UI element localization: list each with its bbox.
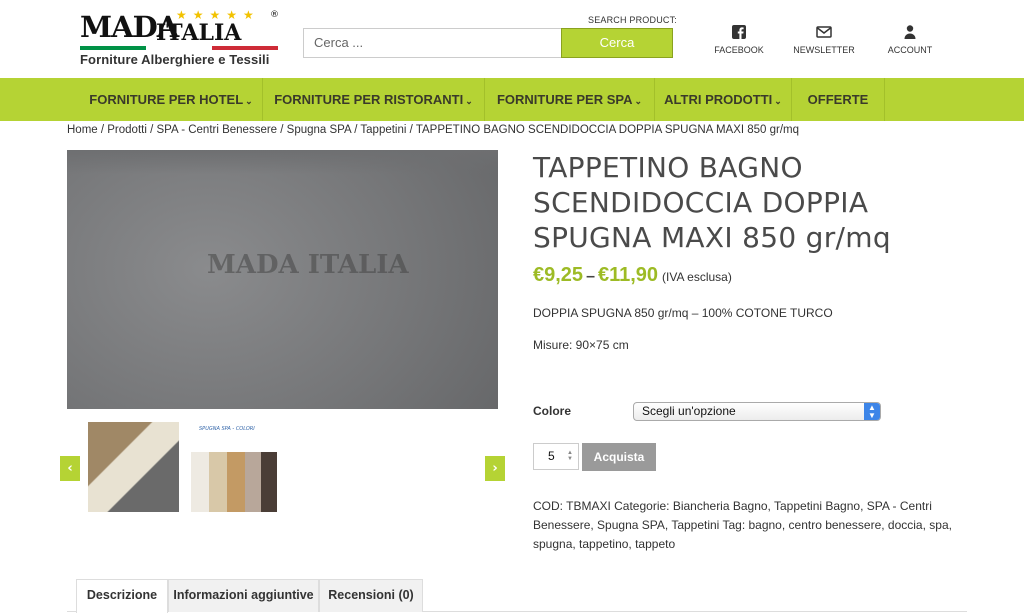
stepper-arrows-icon[interactable]: ▲ ▼	[567, 450, 573, 462]
product-thumbnail-colors[interactable]: SPUGNA SPA - COLORI	[187, 422, 278, 512]
nav-item-ristoranti[interactable]: FORNITURE PER RISTORANTI ⌄	[263, 78, 485, 121]
gallery-next-button[interactable]: ›	[485, 456, 505, 481]
gallery-prev-button[interactable]: ‹	[60, 456, 80, 481]
search-label: SEARCH PRODUCT:	[588, 15, 678, 25]
quantity-stepper[interactable]: 5 ▲ ▼	[533, 443, 579, 470]
nav-item-offerte[interactable]: OFFERTE	[792, 78, 885, 121]
envelope-icon	[816, 26, 832, 38]
product-meta[interactable]: COD: TBMAXI Categorie: Biancheria Bagno,…	[533, 497, 953, 554]
color-select[interactable]: Scegli un'opzione ▲ ▼	[633, 402, 881, 421]
nav-item-altri-prodotti[interactable]: ALTRI PRODOTTI ⌄	[655, 78, 792, 121]
breadcrumb[interactable]: Home / Prodotti / SPA - Centri Benessere…	[67, 124, 799, 136]
facebook-label: FACEBOOK	[714, 45, 764, 55]
tab-descrizione[interactable]: Descrizione	[76, 579, 168, 613]
tab-recensioni[interactable]: Recensioni (0)	[319, 579, 423, 612]
site-logo[interactable]: MADA ★★★★★ ITALIA ® Forniture Alberghier…	[80, 8, 280, 70]
search-button[interactable]: Cerca	[561, 28, 673, 58]
price-min: €9,25	[533, 264, 584, 286]
image-watermark: MADA ITALIA	[207, 250, 409, 280]
nav-item-hotel[interactable]: FORNITURE PER HOTEL ⌄	[80, 78, 263, 121]
logo-registered-mark: ®	[270, 10, 279, 20]
nav-item-label: ALTRI PRODOTTI	[664, 92, 773, 107]
account-link[interactable]: ACCOUNT	[870, 24, 950, 55]
user-icon	[904, 25, 916, 39]
chevron-down-icon: ⌄	[634, 96, 643, 106]
nav-item-spa[interactable]: FORNITURE PER SPA ⌄	[485, 78, 655, 121]
chevron-down-icon: ⌄	[774, 96, 782, 106]
quantity-value: 5	[548, 449, 555, 463]
image-shadow	[67, 150, 498, 174]
price-max: €11,90	[597, 264, 659, 286]
color-label: Colore	[533, 404, 572, 418]
price-separator: –	[586, 268, 595, 285]
facebook-icon	[732, 25, 746, 39]
facebook-link[interactable]: FACEBOOK	[699, 24, 779, 55]
add-to-cart-button[interactable]: Acquista	[582, 443, 656, 471]
main-nav: FORNITURE PER HOTEL ⌄ FORNITURE PER RISTO…	[0, 78, 1024, 121]
logo-flag-stripe	[80, 46, 278, 50]
nav-item-label: OFFERTE	[807, 92, 869, 107]
search-input[interactable]: Cerca ...	[303, 28, 563, 58]
product-title: TAPPETINO BAGNO SCENDIDOCCIA DOPPIA SPUG…	[533, 151, 891, 254]
chevron-down-icon: ⌄	[245, 96, 253, 106]
select-arrows-icon: ▲ ▼	[864, 403, 880, 420]
color-select-value: Scegli un'opzione	[642, 404, 736, 418]
site-header: MADA ★★★★★ ITALIA ® Forniture Alberghier…	[0, 0, 1024, 78]
nav-item-label: FORNITURE PER SPA	[496, 92, 633, 107]
newsletter-label: NEWSLETTER	[793, 45, 855, 55]
nav-item-label: FORNITURE PER HOTEL	[89, 92, 244, 107]
product-measures: Misure: 90×75 cm	[533, 338, 629, 352]
thumbnail-caption: SPUGNA SPA - COLORI	[199, 426, 255, 432]
newsletter-link[interactable]: NEWSLETTER	[784, 24, 864, 55]
logo-tagline: Forniture Alberghiere e Tessili	[80, 52, 270, 67]
chevron-down-icon: ⌄	[465, 96, 473, 106]
product-thumbnail[interactable]	[88, 422, 179, 512]
product-description: DOPPIA SPUGNA 850 gr/mq – 100% COTONE TU…	[533, 306, 833, 320]
tab-informazioni-aggiuntive[interactable]: Informazioni aggiuntive	[168, 579, 319, 612]
nav-item-label: FORNITURE PER RISTORANTI	[274, 92, 464, 107]
account-label: ACCOUNT	[887, 45, 933, 55]
logo-name-italia: ITALIA	[156, 20, 242, 46]
vat-note: (IVA esclusa)	[662, 270, 732, 284]
product-main-image[interactable]: MADA ITALIA	[67, 150, 498, 409]
product-price: €9,25– €11,90 (IVA esclusa)	[533, 264, 732, 287]
